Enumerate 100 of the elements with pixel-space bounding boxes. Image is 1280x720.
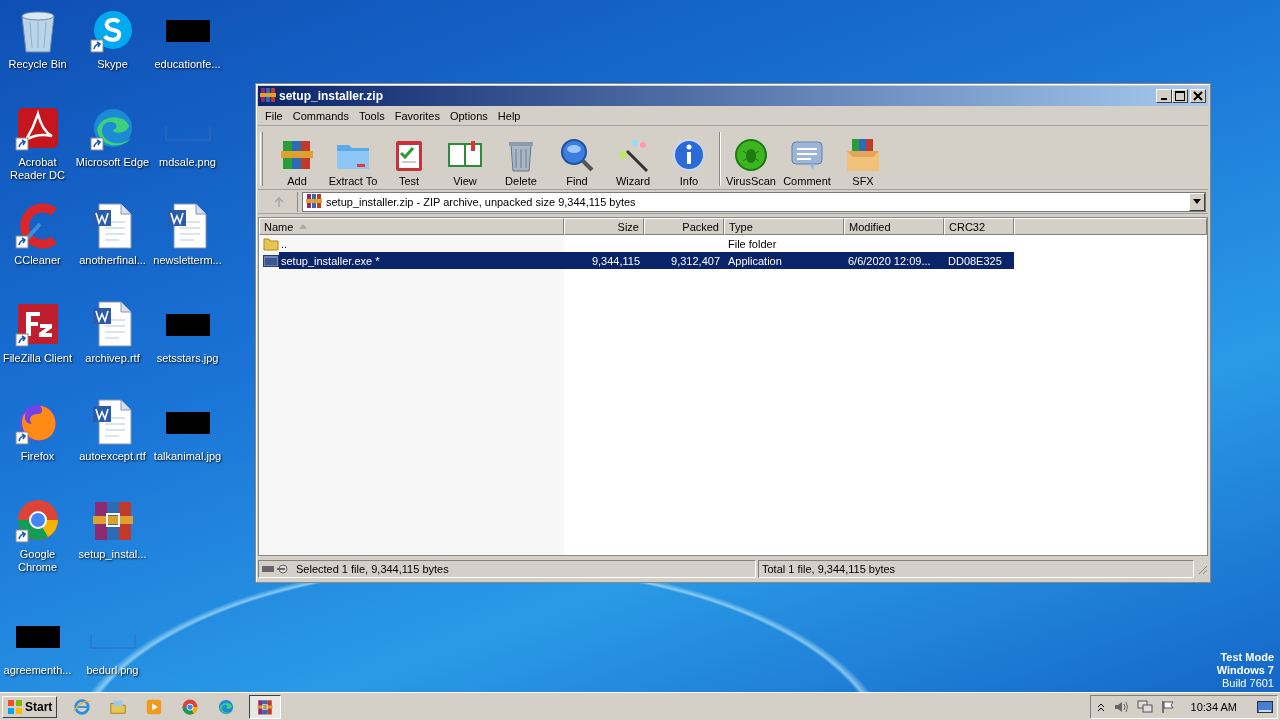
browser-icon[interactable]: [93, 109, 132, 147]
info-icon: [671, 137, 707, 173]
image-thumbnail-icon[interactable]: [165, 412, 210, 434]
desktop-icon-label[interactable]: setup_instal...: [75, 548, 150, 561]
resize-grip-icon[interactable]: [1196, 563, 1208, 575]
browser-icon: [181, 697, 200, 716]
table-cell: 9,344,115: [591, 254, 640, 267]
app-icon: [260, 87, 276, 103]
close-icon: [1193, 91, 1203, 101]
column-header[interactable]: Name: [259, 218, 564, 235]
desktop-icon-label[interactable]: mdsale.png: [150, 156, 225, 169]
image-thumbnail-icon[interactable]: [90, 633, 135, 649]
column-header[interactable]: CRC32: [944, 218, 1014, 235]
document-icon[interactable]: [92, 399, 131, 445]
minimize-icon: [1161, 98, 1167, 100]
folder-icon: [263, 235, 279, 252]
maximize-button[interactable]: [1172, 89, 1188, 103]
search-icon: [559, 137, 595, 173]
stacked-books-icon[interactable]: [92, 502, 133, 540]
document-icon[interactable]: [17, 108, 58, 148]
desktop-icon-label[interactable]: setsstars.jpg: [150, 352, 225, 365]
toolbar-button[interactable]: VirusScan: [723, 131, 779, 187]
column-header[interactable]: Size: [564, 218, 644, 235]
desktop-icon-label[interactable]: CCleaner: [0, 254, 75, 267]
dropdown-button[interactable]: [1189, 192, 1205, 211]
toolbar-button[interactable]: Delete: [493, 131, 549, 187]
trash-can-icon[interactable]: [21, 11, 54, 53]
chevron-up-icon[interactable]: [1096, 701, 1105, 712]
desktop-icon-label[interactable]: anotherfinal...: [75, 254, 150, 267]
desktop-icon: [1257, 700, 1273, 713]
start-button[interactable]: Start: [2, 695, 58, 718]
box-icon: [845, 137, 881, 173]
table-cell: 6/6/2020 12:09...: [848, 254, 931, 267]
document-icon[interactable]: [167, 203, 206, 249]
desktop-icon-label[interactable]: archivep.rtf: [75, 352, 150, 365]
play-icon: [145, 697, 164, 716]
toolbar-button[interactable]: Extract To: [325, 131, 381, 187]
file-row[interactable]: .. File folder: [259, 235, 1014, 252]
menu-item[interactable]: File: [260, 109, 288, 122]
table-cell: DD08E325: [948, 254, 1002, 267]
column-header[interactable]: Modified: [844, 218, 944, 235]
table-cell: 9,312,407: [671, 254, 720, 267]
desktop-icon-label[interactable]: newsletterm...: [150, 254, 225, 267]
status-text: Total 1 file, 9,344,115 bytes: [762, 563, 896, 575]
toolbar-button[interactable]: Wizard: [605, 131, 661, 187]
taskbar-button[interactable]: [249, 694, 282, 719]
image-thumbnail-icon[interactable]: [15, 626, 60, 648]
desktop-icon-label[interactable]: Skype: [75, 58, 150, 71]
desktop-icon-label[interactable]: FileZilla Client: [0, 352, 75, 365]
desktop-icon-label[interactable]: agreementh...: [0, 664, 75, 677]
menu-item[interactable]: Favorites: [389, 109, 445, 122]
menu-item[interactable]: Tools: [354, 109, 390, 122]
minimize-button[interactable]: [1156, 89, 1172, 103]
flag-icon[interactable]: [1160, 699, 1175, 714]
window-title: setup_installer.zip: [279, 89, 384, 103]
toolbar-button[interactable]: View: [437, 131, 493, 187]
browser-icon[interactable]: [17, 500, 58, 540]
clock[interactable]: 10:34 AM: [1190, 700, 1237, 713]
close-button[interactable]: [1190, 89, 1206, 103]
image-thumbnail-icon[interactable]: [165, 314, 210, 336]
file-transfer-icon[interactable]: [17, 304, 58, 344]
menu-item[interactable]: Options: [444, 109, 493, 122]
toolbar-button[interactable]: Info: [661, 131, 717, 187]
address-field[interactable]: setup_installer.zip - ZIP archive, unpacked size 9,344,115 bytes: [302, 191, 1206, 212]
network-icon[interactable]: [1136, 699, 1153, 714]
archive-icon: [306, 192, 322, 209]
stacked-books-icon: [256, 697, 275, 716]
desktop-icon-label[interactable]: Google Chrome: [0, 548, 75, 574]
column-header[interactable]: Packed: [644, 218, 724, 235]
toolbar-button[interactable]: Find: [549, 131, 605, 187]
column-header[interactable]: Type: [724, 218, 844, 235]
toolbar-button[interactable]: Add: [269, 131, 325, 187]
document-icon[interactable]: [92, 203, 131, 249]
brush-icon[interactable]: [19, 203, 56, 249]
maximize-icon: [1175, 91, 1185, 101]
speaker-icon[interactable]: [1112, 699, 1129, 714]
table-cell: Application: [728, 254, 782, 267]
desktop-icon-label[interactable]: talkanimal.jpg: [150, 450, 225, 463]
system-notice-text: Build 7601: [1222, 677, 1274, 690]
toolbar-button[interactable]: Comment: [779, 131, 835, 187]
desktop-icon-label[interactable]: Recycle Bin: [0, 58, 75, 71]
toolbar-button[interactable]: SFX: [835, 131, 891, 187]
table-cell: File folder: [728, 237, 777, 250]
desktop-icon-label[interactable]: autoexcept.rtf: [75, 450, 150, 463]
menu-item[interactable]: Commands: [287, 109, 354, 122]
application-icon: [263, 252, 279, 269]
desktop-icon-label[interactable]: Microsoft Edge: [75, 156, 150, 169]
table-cell: ..: [281, 237, 288, 250]
desktop-icon-label[interactable]: educationfe...: [150, 58, 225, 71]
status-text: Selected 1 file, 9,344,115 bytes: [296, 563, 449, 575]
menu-item[interactable]: Help: [492, 109, 526, 122]
bug-icon: [733, 137, 769, 173]
desktop-icon-label[interactable]: Firefox: [0, 450, 75, 463]
table-cell: setup_installer.exe *: [281, 254, 380, 267]
document-icon[interactable]: [92, 301, 131, 347]
caret-icon: [1193, 199, 1201, 204]
toolbar-button[interactable]: Test: [381, 131, 437, 187]
windows-logo-icon: [7, 698, 23, 715]
desktop-icon-label[interactable]: Acrobat Reader DC: [0, 156, 75, 182]
image-thumbnail-icon[interactable]: [165, 20, 210, 42]
